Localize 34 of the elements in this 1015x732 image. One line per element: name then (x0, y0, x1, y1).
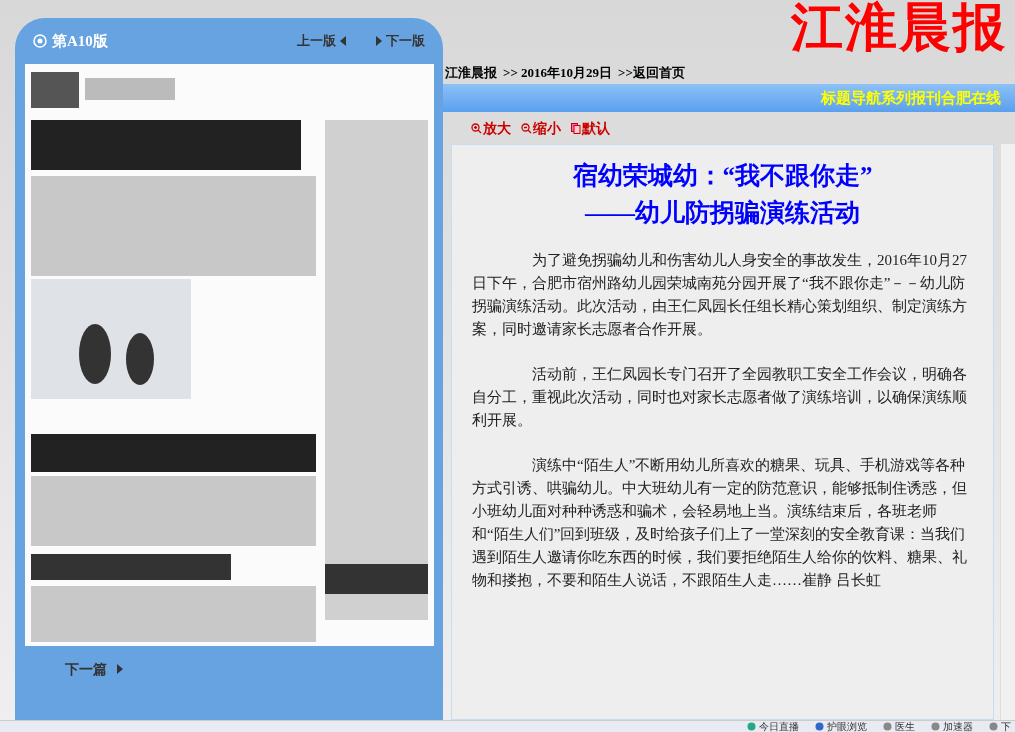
status-icon (747, 722, 756, 731)
status-icon (989, 722, 998, 731)
triangle-icon (376, 36, 382, 46)
article-title: ——幼儿防拐骗演练活动 (585, 198, 860, 228)
previous-edition-link[interactable]: 上一版 (297, 31, 346, 51)
zoom-control-link[interactable]: 放大 (471, 117, 511, 139)
status-icon (931, 722, 940, 731)
zoom-control-link[interactable]: 缩小 (521, 117, 561, 139)
status-bar-item[interactable]: 加速器 (931, 721, 973, 732)
next-article-link[interactable]: 下一篇 (65, 658, 123, 680)
status-bar-item[interactable]: 今日直播 (747, 721, 799, 732)
status-icon (883, 722, 892, 731)
status-bar-item[interactable]: 医生 (883, 721, 915, 732)
triangle-icon (340, 36, 346, 46)
breadcrumb-link[interactable]: 江淮晨报 (445, 62, 497, 82)
zoom-out-icon (521, 122, 532, 134)
breadcrumb-link[interactable]: >>返回首页 (618, 62, 685, 82)
zoom-in-icon (471, 122, 482, 134)
pages-icon (571, 122, 581, 134)
breadcrumb-link[interactable]: >> 2016年10月29日 (503, 62, 613, 82)
status-icon (815, 722, 824, 731)
article-title: 宿幼荣城幼：“我不跟你走” (572, 161, 873, 191)
newspaper-logo: 江淮晨报 (791, 2, 1007, 54)
edition-label: 第A10版 (52, 31, 108, 51)
article-paragraph: 演练中“陌生人”不断用幼儿所喜欢的糖果、玩具、手机游戏等各种方式引诱、哄骗幼儿。中大班幼儿有一定的防范意识，能够抵制住诱惑，但小班幼儿面对种种诱惑和骗术，会轻易地上当。演练结束后，各班老师和“陌生人们”回到班级，及时给孩子们上了一堂深刻的安全教育课：当我们遇到陌生人邀请你吃东西的时候，我们要拒绝陌生人给你的饮料、糖果、礼物和搂抱，不要和陌生人说话，不跟陌生人走……崔静 吕长虹 (472, 456, 968, 590)
scrollbar[interactable] (1000, 144, 1015, 720)
article-paragraph: 为了避免拐骗幼儿和伤害幼儿人身安全的事故发生，2016年10月27日下午，合肥市宿州路幼儿园荣城南苑分园开展了“我不跟你走”－－幼儿防拐骗演练活动。此次活动，由王仁凤园长任组长精心策划组织、制定演练方案，同时邀请家长志愿者合作开展。 (472, 251, 968, 339)
next-edition-link[interactable]: 下一版 (376, 31, 425, 51)
zoom-control-link[interactable]: 默认 (571, 117, 610, 139)
status-bar-item[interactable]: 护眼浏览 (815, 721, 867, 732)
triangle-icon (117, 664, 123, 674)
article-paragraph: 活动前，王仁凤园长专门召开了全园教职工安全工作会议，明确各自分工，重视此次活动，同时也对家长志愿者做了演练培训，以确保演练顺利开展。 (472, 365, 968, 430)
target-icon (33, 34, 47, 48)
status-bar-item[interactable]: 下 (989, 721, 1011, 732)
